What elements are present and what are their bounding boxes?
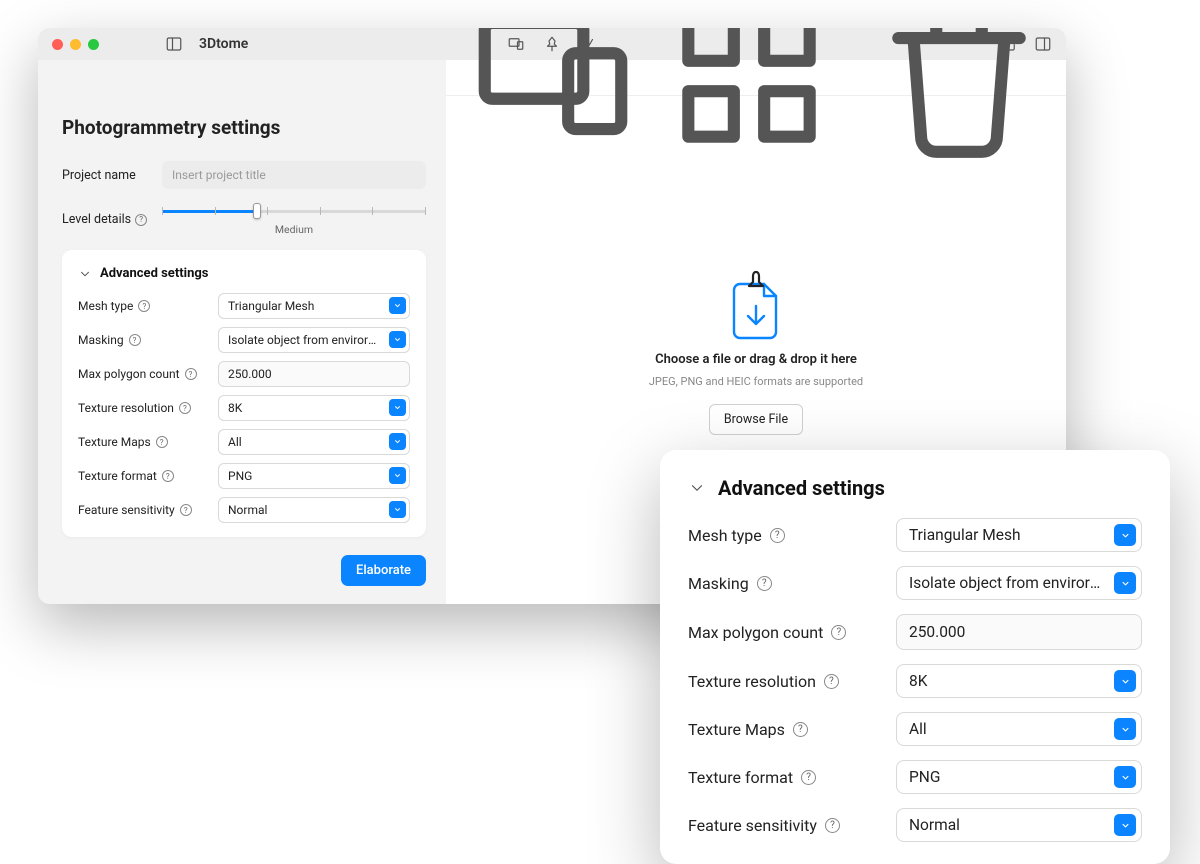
app-title: 3Dtome xyxy=(199,36,248,52)
chevron-down-icon xyxy=(389,399,406,416)
help-icon[interactable]: ? xyxy=(801,770,816,785)
close-window-icon[interactable] xyxy=(52,39,63,50)
max-polygon-input-zoom[interactable]: 250.000 xyxy=(896,614,1142,650)
chevron-down-icon xyxy=(389,501,406,518)
masking-label: Masking xyxy=(78,333,124,347)
level-details-slider[interactable] xyxy=(162,203,426,219)
max-polygon-label: Max polygon count xyxy=(78,367,180,381)
traffic-lights xyxy=(52,39,99,50)
advanced-settings-card: Advanced settings Mesh type? Triangular … xyxy=(62,250,426,537)
help-icon[interactable]: ? xyxy=(770,528,785,543)
texture-format-select[interactable]: PNG xyxy=(218,463,410,489)
chevron-down-icon xyxy=(389,297,406,314)
mesh-type-label-zoom: Mesh type xyxy=(688,526,762,545)
texture-format-select-zoom[interactable]: PNG xyxy=(896,760,1142,794)
masking-select[interactable]: Isolate object from envirorm... xyxy=(218,327,410,353)
texture-maps-label-zoom: Texture Maps xyxy=(688,720,785,739)
texture-maps-select[interactable]: All xyxy=(218,429,410,455)
advanced-settings-zoom: Advanced settings Mesh type? Triangular M… xyxy=(660,450,1170,864)
masking-select-zoom[interactable]: Isolate object from envirorm... xyxy=(896,566,1142,600)
toggle-sidebar-icon[interactable] xyxy=(165,35,183,53)
feature-sensitivity-select[interactable]: Normal xyxy=(218,497,410,523)
chevron-down-icon xyxy=(1114,814,1136,836)
upload-file-icon xyxy=(726,266,786,344)
feature-sensitivity-label-zoom: Feature sensitivity xyxy=(688,816,817,835)
help-icon[interactable]: ? xyxy=(793,722,808,737)
chevron-down-icon xyxy=(1114,572,1136,594)
chevron-down-icon xyxy=(78,267,92,281)
help-icon[interactable]: ? xyxy=(757,576,772,591)
dropzone-subtitle: JPEG, PNG and HEIC formats are supported xyxy=(649,375,863,388)
project-name-input[interactable] xyxy=(162,161,426,189)
canvas-toolbar xyxy=(446,60,1066,96)
advanced-settings-title: Advanced settings xyxy=(100,266,208,281)
level-details-value: Medium xyxy=(162,223,426,236)
help-icon[interactable]: ? xyxy=(831,625,846,640)
page-title: Photogrammetry settings xyxy=(62,116,426,139)
feature-sensitivity-select-zoom[interactable]: Normal xyxy=(896,808,1142,842)
help-icon[interactable]: ? xyxy=(162,470,174,482)
chart-icon[interactable] xyxy=(579,35,597,53)
advanced-settings-toggle-zoom[interactable]: Advanced settings xyxy=(688,476,1142,500)
help-icon[interactable]: ? xyxy=(824,674,839,689)
help-icon[interactable]: ? xyxy=(138,300,150,312)
help-icon[interactable]: ? xyxy=(180,504,192,516)
pin-icon[interactable] xyxy=(543,35,561,53)
devices-icon[interactable] xyxy=(507,35,525,53)
texture-maps-label: Texture Maps xyxy=(78,435,151,449)
chevron-down-icon xyxy=(1114,718,1136,740)
texture-maps-select-zoom[interactable]: All xyxy=(896,712,1142,746)
help-icon[interactable]: ? xyxy=(179,402,191,414)
advanced-settings-title-zoom: Advanced settings xyxy=(718,476,885,500)
texture-format-label: Texture format xyxy=(78,469,157,483)
chevron-down-icon xyxy=(1114,766,1136,788)
mesh-type-label: Mesh type xyxy=(78,299,133,313)
max-polygon-label-zoom: Max polygon count xyxy=(688,623,823,642)
dropzone-title: Choose a file or drag & drop it here xyxy=(655,352,857,367)
minimize-window-icon[interactable] xyxy=(70,39,81,50)
help-icon[interactable]: ? xyxy=(129,334,141,346)
texture-resolution-select[interactable]: 8K xyxy=(218,395,410,421)
help-icon[interactable]: ? xyxy=(135,214,147,226)
settings-sidebar: Photogrammetry settings Project name Lev… xyxy=(38,60,446,604)
chevron-down-icon xyxy=(1114,670,1136,692)
feature-sensitivity-label: Feature sensitivity xyxy=(78,503,175,517)
mesh-type-select[interactable]: Triangular Mesh xyxy=(218,293,410,319)
level-details-label: Level details ? xyxy=(62,212,152,227)
max-polygon-input[interactable]: 250.000 xyxy=(218,361,410,387)
chevron-down-icon xyxy=(1114,524,1136,546)
chevron-down-icon xyxy=(389,467,406,484)
maximize-window-icon[interactable] xyxy=(88,39,99,50)
help-icon[interactable]: ? xyxy=(156,436,168,448)
chevron-down-icon xyxy=(389,433,406,450)
help-icon[interactable]: ? xyxy=(185,368,197,380)
masking-label-zoom: Masking xyxy=(688,574,749,593)
texture-resolution-label: Texture resolution xyxy=(78,401,174,415)
texture-format-label-zoom: Texture format xyxy=(688,768,793,787)
chevron-down-icon xyxy=(688,479,706,497)
elaborate-button[interactable]: Elaborate xyxy=(341,555,426,586)
advanced-settings-toggle[interactable]: Advanced settings xyxy=(78,266,410,281)
help-icon[interactable]: ? xyxy=(825,818,840,833)
chevron-down-icon xyxy=(389,331,406,348)
texture-resolution-label-zoom: Texture resolution xyxy=(688,672,816,691)
browse-file-button[interactable]: Browse File xyxy=(709,404,803,435)
texture-resolution-select-zoom[interactable]: 8K xyxy=(896,664,1142,698)
mesh-type-select-zoom[interactable]: Triangular Mesh xyxy=(896,518,1142,552)
project-name-label: Project name xyxy=(62,168,152,183)
